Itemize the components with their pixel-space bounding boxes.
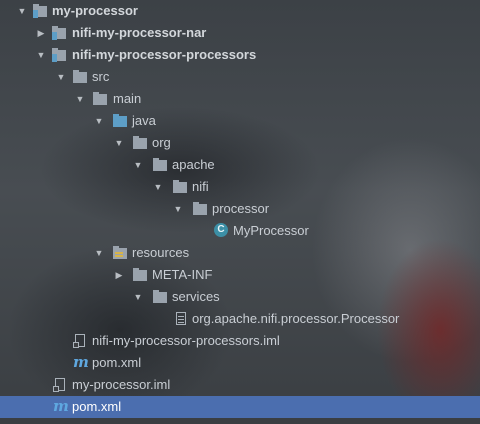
maven-icon: m <box>73 353 89 371</box>
tree-item-my-processor[interactable]: ▼ my-processor <box>0 0 480 22</box>
java-class-icon: C <box>214 223 228 237</box>
tree-item-nifi-my-processor-processors[interactable]: ▼ nifi-my-processor-processors <box>0 44 480 66</box>
tree-item-root-iml[interactable]: my-processor.iml <box>0 374 480 396</box>
collapsed-arrow-icon[interactable]: ▶ <box>35 22 47 44</box>
module-folder-icon <box>33 4 49 18</box>
tree-item-label: org <box>152 135 171 150</box>
folder-icon <box>73 70 89 84</box>
expanded-arrow-icon[interactable]: ▼ <box>16 0 28 22</box>
tree-item-label: my-processor.iml <box>72 377 171 392</box>
tree-item-label: pom.xml <box>72 399 122 414</box>
tree-item-root-pom[interactable]: m pom.xml <box>0 396 480 418</box>
module-folder-icon <box>52 48 68 62</box>
tree-item-processor[interactable]: ▼ processor <box>0 198 480 220</box>
tree-item-src[interactable]: ▼ src <box>0 66 480 88</box>
package-icon <box>173 180 189 194</box>
tree-item-label: main <box>113 91 142 106</box>
iml-file-icon <box>53 378 69 392</box>
expanded-arrow-icon[interactable]: ▼ <box>35 44 47 66</box>
expanded-arrow-icon[interactable]: ▼ <box>93 110 105 132</box>
tree-item-label: org.apache.nifi.processor.Processor <box>192 311 400 326</box>
tree-item-label: nifi-my-processor-processors.iml <box>92 333 280 348</box>
tree-item-nifi-my-processor-nar[interactable]: ▶ nifi-my-processor-nar <box>0 22 480 44</box>
tree-item-label: my-processor <box>52 3 138 18</box>
tree-item-org[interactable]: ▼ org <box>0 132 480 154</box>
module-folder-icon <box>52 26 68 40</box>
folder-icon <box>93 92 109 106</box>
tree-item-label: MyProcessor <box>233 223 309 238</box>
tree-item-processor-service-file[interactable]: org.apache.nifi.processor.Processor <box>0 308 480 330</box>
expanded-arrow-icon[interactable]: ▼ <box>93 242 105 264</box>
tree-item-label: services <box>172 289 220 304</box>
tree-item-label: apache <box>172 157 215 172</box>
tree-item-label: pom.xml <box>92 355 142 370</box>
tree-item-myprocessor[interactable]: C MyProcessor <box>0 220 480 242</box>
expanded-arrow-icon[interactable]: ▼ <box>172 198 184 220</box>
tree-item-java[interactable]: ▼ java <box>0 110 480 132</box>
tree-item-processors-pom[interactable]: m pom.xml <box>0 352 480 374</box>
tree-item-label: nifi-my-processor-nar <box>72 25 207 40</box>
tree-item-label: processor <box>212 201 270 216</box>
tree-item-apache[interactable]: ▼ apache <box>0 154 480 176</box>
tree-item-main[interactable]: ▼ main <box>0 88 480 110</box>
expanded-arrow-icon[interactable]: ▼ <box>74 88 86 110</box>
package-icon <box>153 158 169 172</box>
package-icon <box>133 136 149 150</box>
maven-icon: m <box>53 397 69 415</box>
project-tree: ▼ my-processor ▶ nifi-my-processor-nar ▼… <box>0 0 480 418</box>
text-file-icon <box>174 312 190 326</box>
expanded-arrow-icon[interactable]: ▼ <box>55 66 67 88</box>
package-icon <box>193 202 209 216</box>
iml-file-icon <box>73 334 89 348</box>
tree-item-label: nifi-my-processor-processors <box>72 47 257 62</box>
source-folder-icon <box>113 114 129 128</box>
tree-item-meta-inf[interactable]: ▶ META-INF <box>0 264 480 286</box>
folder-icon <box>133 268 149 282</box>
resources-folder-icon <box>113 246 129 260</box>
tree-item-services[interactable]: ▼ services <box>0 286 480 308</box>
tree-item-label: src <box>92 69 110 84</box>
tree-item-label: java <box>132 113 156 128</box>
collapsed-arrow-icon[interactable]: ▶ <box>113 264 125 286</box>
tree-item-nifi[interactable]: ▼ nifi <box>0 176 480 198</box>
expanded-arrow-icon[interactable]: ▼ <box>113 132 125 154</box>
tree-item-label: nifi <box>192 179 209 194</box>
expanded-arrow-icon[interactable]: ▼ <box>152 176 164 198</box>
tree-item-processors-iml[interactable]: nifi-my-processor-processors.iml <box>0 330 480 352</box>
tree-item-label: META-INF <box>152 267 213 282</box>
expanded-arrow-icon[interactable]: ▼ <box>132 286 144 308</box>
tree-item-label: resources <box>132 245 190 260</box>
tree-item-resources[interactable]: ▼ resources <box>0 242 480 264</box>
folder-icon <box>153 290 169 304</box>
expanded-arrow-icon[interactable]: ▼ <box>132 154 144 176</box>
